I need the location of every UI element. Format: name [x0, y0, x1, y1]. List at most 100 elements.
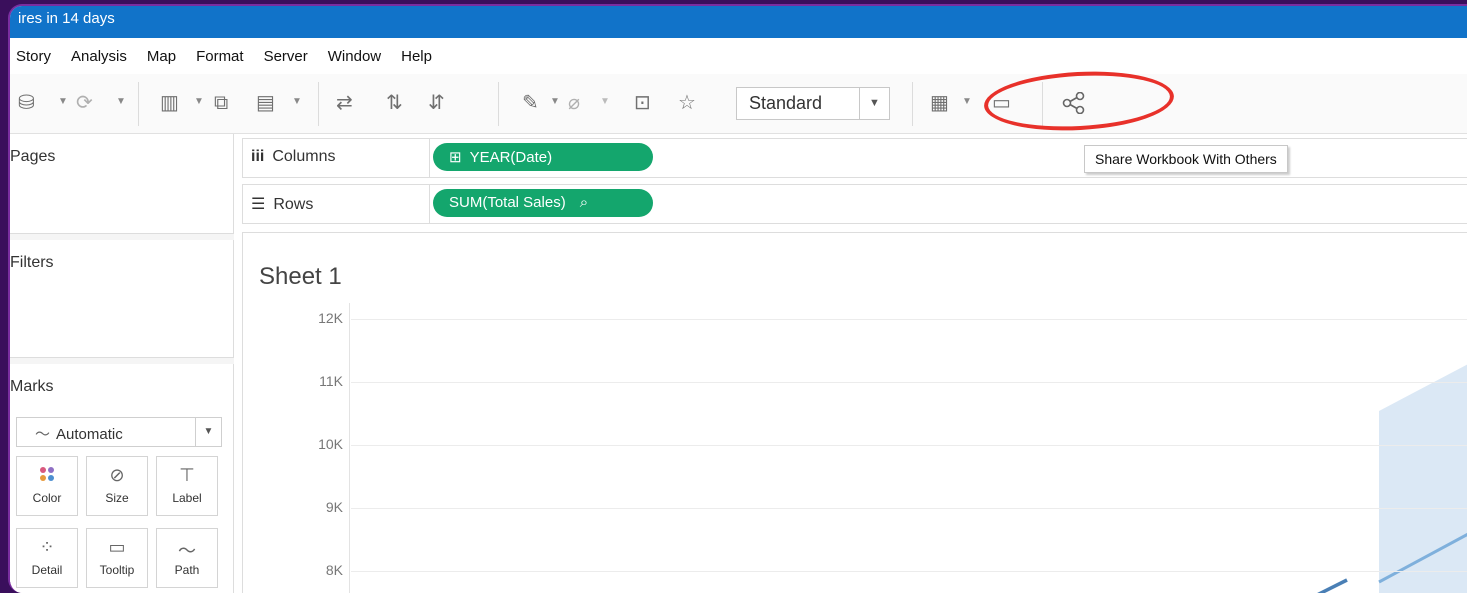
line-icon: 〜 — [35, 426, 51, 443]
duplicate-sheet-icon[interactable]: ⧉ — [214, 92, 228, 114]
pages-card: Pages — [10, 134, 234, 234]
chevron-down-icon[interactable]: ▼ — [550, 96, 560, 107]
app-window: ires in 14 days Story Analysis Map Forma… — [8, 4, 1467, 593]
show-me-icon[interactable]: ▦ — [930, 92, 949, 114]
year-date-pill-text: YEAR(Date) — [469, 149, 553, 166]
detail-icon: ⁘ — [39, 537, 55, 557]
fit-select-value: Standard — [749, 93, 823, 113]
forecast-band — [1379, 364, 1467, 593]
sort-descending-icon[interactable]: ⇵ — [428, 92, 445, 114]
marks-title: Marks — [10, 378, 54, 395]
refresh-icon[interactable]: ⟳ — [76, 92, 93, 114]
path-button[interactable]: 〜 Path — [156, 528, 218, 588]
sales-line — [1317, 578, 1348, 593]
group-members-icon[interactable]: ⌀ — [568, 92, 580, 114]
shelf-divider — [429, 185, 430, 223]
window-title: ires in 14 days — [18, 10, 115, 27]
menu-format[interactable]: Format — [196, 48, 244, 65]
clear-sheet-icon[interactable]: ▤ — [256, 92, 275, 114]
menu-help[interactable]: Help — [401, 48, 432, 65]
gridline — [351, 445, 1467, 446]
chevron-down-icon[interactable]: ▼ — [194, 96, 204, 107]
tooltip-label: Tooltip — [99, 563, 135, 577]
path-icon: 〜 — [178, 541, 196, 561]
shelf-divider — [429, 139, 430, 177]
columns-label-text: Columns — [272, 148, 336, 165]
color-icon — [17, 465, 77, 487]
path-label: Path — [174, 563, 200, 577]
y-tick-label: 8K — [325, 562, 343, 578]
color-label: Color — [32, 491, 62, 505]
menu-bar: Story Analysis Map Format Server Window … — [10, 38, 1467, 74]
chevron-down-icon[interactable]: ▼ — [859, 88, 889, 119]
y-tick-label: 9K — [325, 499, 343, 515]
mark-type-value: Automatic — [56, 426, 123, 443]
columns-shelf-label: iii Columns — [251, 148, 431, 166]
menu-map[interactable]: Map — [147, 48, 176, 65]
chevron-down-icon[interactable]: ▼ — [600, 96, 610, 107]
pin-icon[interactable]: ☆ — [678, 92, 696, 114]
sort-ascending-icon[interactable]: ⇅ — [386, 92, 403, 114]
menu-story[interactable]: Story — [16, 48, 51, 65]
size-label: Size — [105, 491, 129, 505]
rows-shelf-label: ☰ Rows — [251, 194, 431, 214]
toolbar: ⛁ ▼ ⟳ ▼ ▥ ▼ ⧉ ▤ ▼ ⇄ ⇅ ⇵ ✎ ▼ ⌀ ▼ ⊡ ☆ Stan… — [10, 74, 1467, 134]
title-bar: ires in 14 days — [10, 6, 1467, 38]
forecast-line — [1378, 532, 1467, 584]
expand-icon: ⊞ — [449, 149, 462, 166]
color-button[interactable]: Color — [16, 456, 78, 516]
toolbar-divider — [912, 82, 913, 126]
sum-total-sales-pill-text: SUM(Total Sales) — [449, 194, 566, 211]
label-button[interactable]: ⊤ Label — [156, 456, 218, 516]
tooltip-button[interactable]: ▭ Tooltip — [86, 528, 148, 588]
rows-icon: ☰ — [251, 196, 266, 213]
label-label: Label — [172, 491, 202, 505]
filters-card[interactable]: Filters — [10, 240, 234, 358]
swap-axes-icon[interactable]: ⇄ — [336, 92, 353, 114]
rows-label-text: Rows — [273, 196, 314, 213]
viz-area[interactable]: Sheet 1 12K 11K 10K 9K 8K — [242, 232, 1467, 593]
size-icon: ⊘ — [109, 465, 125, 485]
columns-icon: iii — [251, 148, 265, 165]
rows-shelf[interactable]: ☰ Rows SUM(Total Sales) ⌕ — [242, 184, 1467, 224]
toolbar-divider — [498, 82, 499, 126]
plot-area[interactable] — [243, 233, 1467, 593]
new-worksheet-icon[interactable]: ▥ — [160, 92, 179, 114]
year-date-pill[interactable]: ⊞ YEAR(Date) — [433, 143, 653, 171]
sheet-title: Sheet 1 — [259, 263, 342, 290]
mark-type-select[interactable]: 〜 Automatic ▼ — [16, 417, 222, 447]
chevron-down-icon[interactable]: ▼ — [962, 96, 972, 107]
datasource-icon[interactable]: ⛁ — [18, 92, 35, 114]
sum-total-sales-pill[interactable]: SUM(Total Sales) ⌕ — [433, 189, 653, 217]
toolbar-divider — [138, 82, 139, 126]
chevron-down-icon[interactable]: ▼ — [195, 418, 221, 446]
show-labels-icon[interactable]: ⊡ — [634, 92, 651, 114]
gridline — [351, 508, 1467, 509]
left-pane: Pages Filters Marks 〜 Automatic ▼ Color ⊘… — [10, 134, 234, 593]
chevron-down-icon[interactable]: ▼ — [58, 96, 68, 107]
menu-analysis[interactable]: Analysis — [71, 48, 127, 65]
fit-select[interactable]: Standard ▼ — [736, 87, 890, 120]
size-button[interactable]: ⊘ Size — [86, 456, 148, 516]
detail-label: Detail — [31, 563, 63, 577]
gridline — [351, 571, 1467, 572]
y-tick-label: 12K — [318, 310, 343, 326]
y-tick-label: 10K — [318, 436, 343, 452]
menu-window[interactable]: Window — [328, 48, 381, 65]
y-axis-line — [349, 303, 350, 593]
text-icon: ⊤ — [179, 465, 195, 485]
highlight-icon[interactable]: ✎ — [522, 92, 539, 114]
chevron-down-icon[interactable]: ▼ — [116, 96, 126, 107]
toolbar-divider — [318, 82, 319, 126]
y-tick-label: 11K — [319, 373, 343, 389]
menu-server[interactable]: Server — [264, 48, 308, 65]
share-tooltip-text: Share Workbook With Others — [1095, 151, 1277, 167]
gridline — [351, 382, 1467, 383]
share-tooltip: Share Workbook With Others — [1084, 145, 1288, 173]
gridline — [351, 319, 1467, 320]
tooltip-icon: ▭ — [108, 537, 126, 557]
filters-title: Filters — [10, 254, 54, 271]
pages-title: Pages — [10, 148, 56, 165]
detail-button[interactable]: ⁘ Detail — [16, 528, 78, 588]
chevron-down-icon[interactable]: ▼ — [292, 96, 302, 107]
